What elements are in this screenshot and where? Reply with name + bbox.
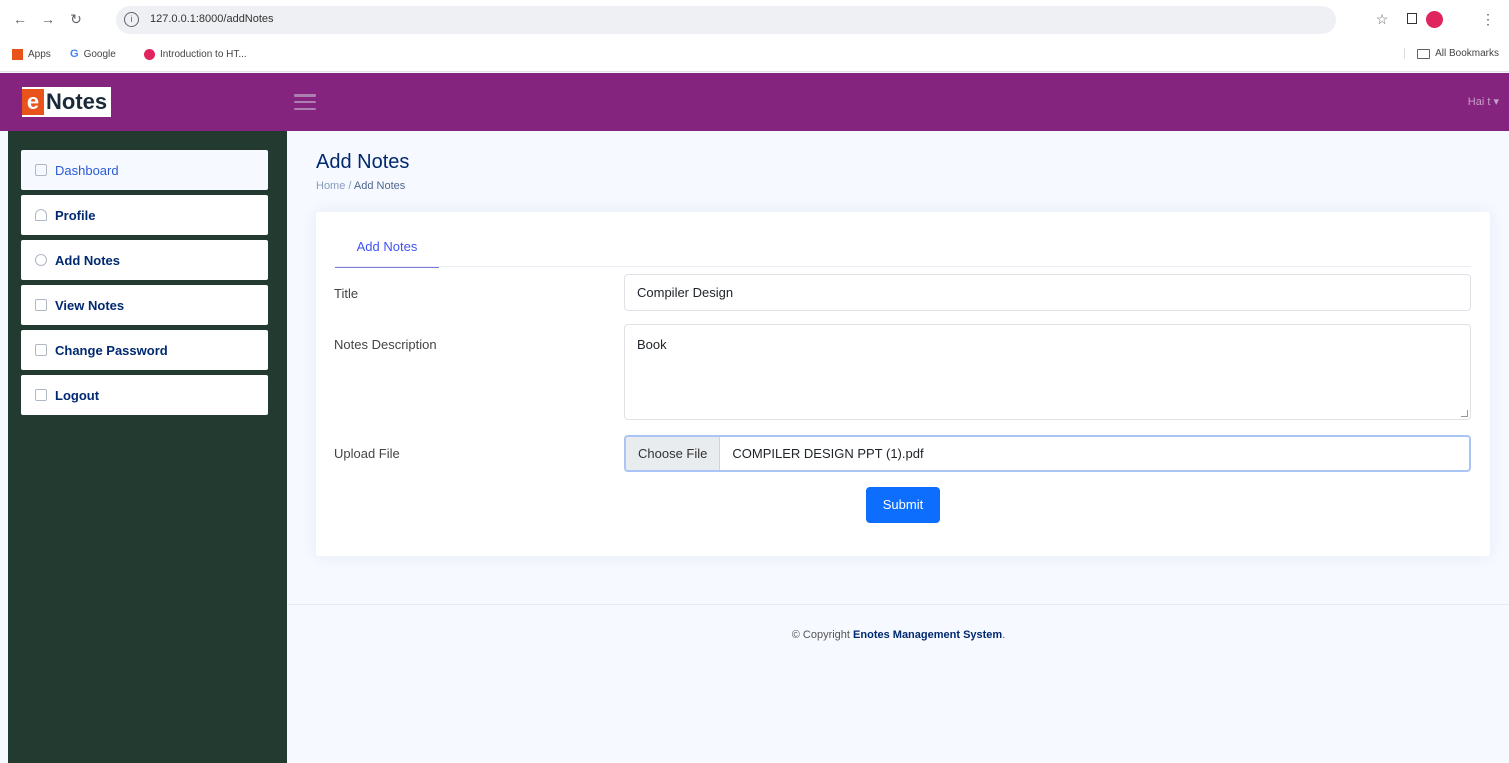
breadcrumb-separator: /: [348, 180, 352, 192]
description-label: Notes Description: [334, 337, 437, 352]
bookmark-introduction[interactable]: Introduction to HT...: [144, 49, 247, 60]
address-bar[interactable]: i 127.0.0.1:8000/addNotes: [116, 6, 1336, 34]
side-panel-icon[interactable]: [1402, 9, 1422, 29]
submit-button[interactable]: Submit: [866, 487, 940, 523]
site-favicon-icon: [144, 49, 155, 60]
kebab-menu-icon[interactable]: ⋮: [1478, 9, 1498, 29]
forward-arrow-icon[interactable]: →: [38, 9, 58, 29]
breadcrumb: Home / Add Notes: [316, 180, 405, 192]
breadcrumb-home[interactable]: Home: [316, 180, 345, 192]
browser-toolbar: ← → ↻ i 127.0.0.1:8000/addNotes ☆ ⋮: [0, 0, 1509, 40]
sidebar-item-change-password[interactable]: Change Password: [21, 330, 268, 370]
file-name: COMPILER DESIGN PPT (1).pdf: [732, 446, 924, 461]
bookmark-google[interactable]: G Google: [70, 48, 116, 61]
reload-icon[interactable]: ↻: [66, 9, 86, 29]
all-bookmarks[interactable]: All Bookmarks: [1404, 48, 1499, 59]
profile-avatar[interactable]: [1426, 11, 1443, 28]
bookmarks-bar: Apps G Google Introduction to HT... All …: [0, 40, 1509, 72]
bookmark-apps[interactable]: Apps: [12, 49, 51, 60]
upload-file-label: Upload File: [334, 446, 400, 461]
apps-grid-icon: [12, 49, 23, 60]
sidebar-item-logout[interactable]: Logout: [21, 375, 268, 415]
person-icon: [35, 209, 47, 221]
google-icon: G: [70, 48, 79, 60]
site-info-icon[interactable]: i: [124, 12, 139, 27]
box-arrow-icon: [35, 389, 47, 401]
question-circle-icon: [35, 254, 47, 266]
grid-icon: [35, 164, 47, 176]
layout-icon: [35, 299, 47, 311]
page-title: Add Notes: [316, 151, 410, 173]
url-text: 127.0.0.1:8000/addNotes: [150, 13, 274, 25]
title-input[interactable]: Compiler Design: [624, 274, 1471, 311]
footer-brand: Enotes Management System: [853, 629, 1003, 641]
sidebar: Dashboard Profile Add Notes View Notes C…: [8, 131, 287, 763]
title-label: Title: [334, 286, 359, 301]
footer-divider: [288, 604, 1509, 605]
description-textarea[interactable]: Book: [624, 324, 1471, 420]
back-arrow-icon[interactable]: ←: [10, 9, 30, 29]
tab-divider: [335, 266, 1471, 267]
sidebar-item-profile[interactable]: Profile: [21, 195, 268, 235]
sidebar-item-dashboard[interactable]: Dashboard: [21, 150, 268, 190]
sidebar-item-view-notes[interactable]: View Notes: [21, 285, 268, 325]
user-dropdown[interactable]: Hai t ▾: [1468, 95, 1499, 108]
add-notes-card: Add Notes Title Compiler Design Notes De…: [316, 212, 1490, 556]
folder-icon: [1417, 48, 1431, 59]
resize-grip-icon[interactable]: [1461, 410, 1468, 417]
enotes-logo[interactable]: e Notes: [22, 87, 112, 117]
footer: © Copyright Enotes Management System.: [791, 629, 1006, 641]
file-input[interactable]: Choose File COMPILER DESIGN PPT (1).pdf: [624, 435, 1471, 472]
bookmark-star-icon[interactable]: ☆: [1372, 9, 1392, 29]
hamburger-menu-icon[interactable]: [294, 94, 316, 110]
list-icon: [35, 344, 47, 356]
choose-file-button[interactable]: Choose File: [626, 437, 721, 470]
app-header: e Notes Hai t ▾: [0, 73, 1509, 131]
sidebar-item-add-notes[interactable]: Add Notes: [21, 240, 268, 280]
tab-add-notes[interactable]: Add Notes: [335, 229, 439, 268]
breadcrumb-current: Add Notes: [353, 180, 406, 192]
